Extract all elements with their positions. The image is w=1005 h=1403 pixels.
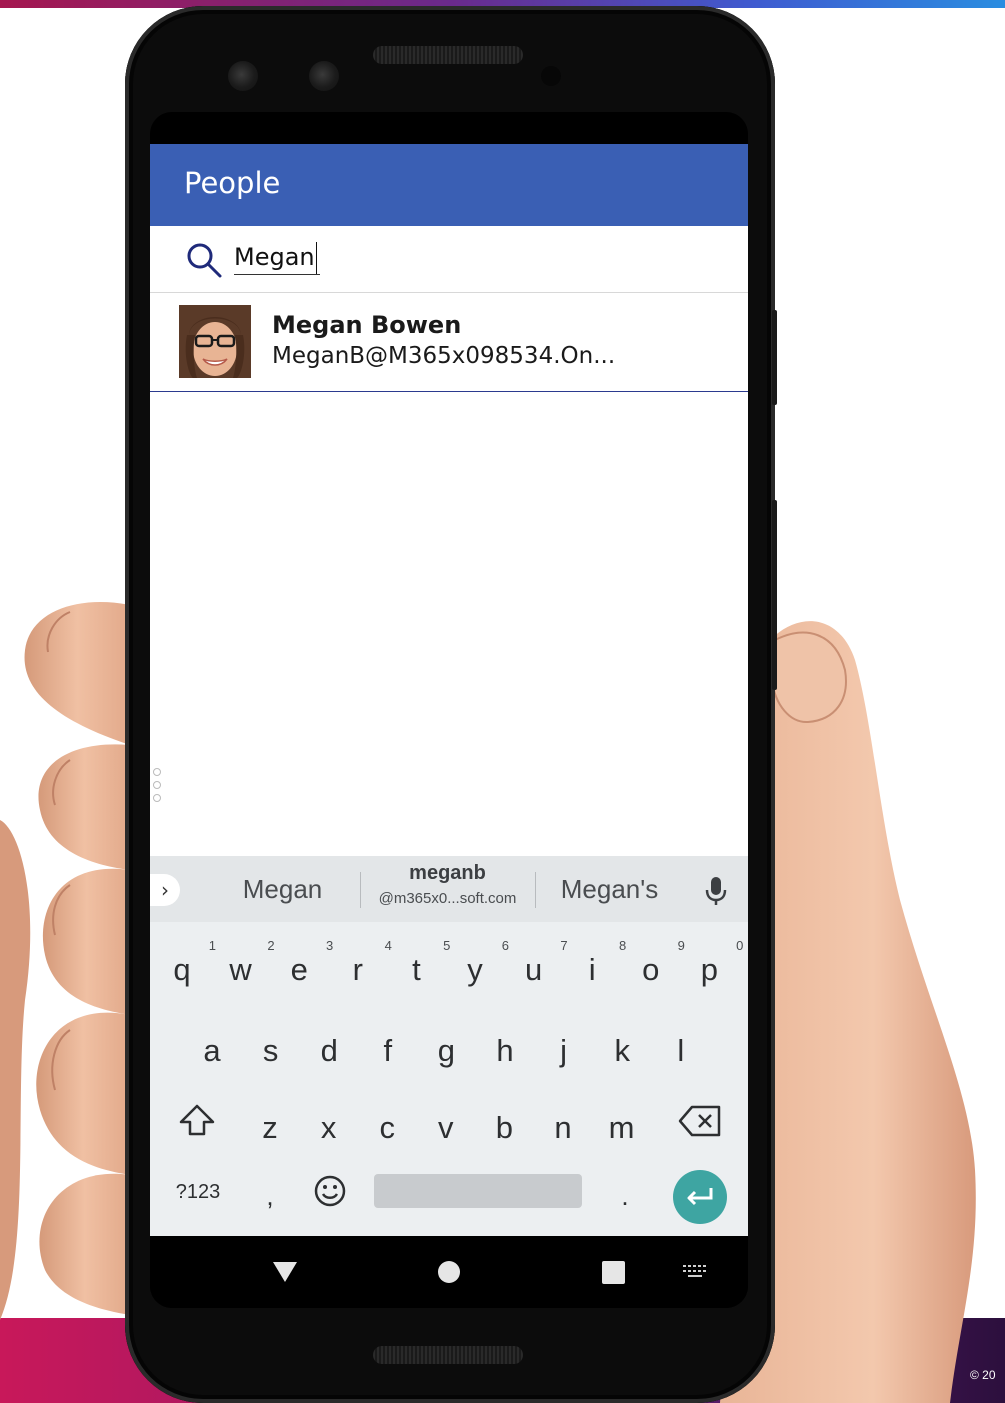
key-hint-8: 8 [618,938,627,953]
earpiece-speaker [373,46,523,64]
enter-icon [687,1188,713,1206]
key-s[interactable]: s [243,1021,299,1081]
avatar [179,305,251,378]
emoji-icon[interactable] [313,1174,347,1208]
expand-suggestions-button[interactable]: › [150,874,180,906]
key-hint-4: 4 [384,938,392,953]
volume-button[interactable] [772,500,777,690]
key-k[interactable]: k [594,1021,650,1081]
key-j[interactable]: j [536,1021,592,1081]
search-icon[interactable] [184,241,224,281]
suggestion-left[interactable]: Megan [210,856,355,922]
suggestion-divider [535,872,536,908]
suggestion-middle-subtitle: @m365x0...soft.com [378,890,517,907]
back-triangle-icon[interactable] [272,1260,298,1284]
page-title: People [184,166,281,200]
key-hint-0: 0 [736,938,744,953]
person-email: MeganB@M365x098534.On... [272,343,616,369]
proximity-sensor [541,66,561,86]
person-name: Megan Bowen [272,311,462,339]
key-m[interactable]: m [594,1098,650,1158]
app-header: People [150,144,748,226]
key-d[interactable]: d [301,1021,357,1081]
key-hint-1: 1 [208,938,216,953]
suggestion-bar: › Megan meganb @m365x0...soft.com Megan'… [150,856,748,922]
key-hint-9: 9 [677,938,685,953]
person-result-row[interactable]: Megan Bowen MeganB@M365x098534.On... [150,293,748,392]
key-hint-3: 3 [325,938,334,953]
key-hint-7: 7 [560,938,568,953]
key-n[interactable]: n [535,1098,591,1158]
spacebar-key[interactable] [374,1174,582,1208]
period-key[interactable]: . [605,1174,645,1218]
key-f[interactable]: f [360,1021,416,1081]
key-hint-6: 6 [501,938,509,953]
home-circle-icon[interactable] [437,1260,461,1284]
enter-key[interactable] [673,1170,727,1224]
key-x[interactable]: x [301,1098,357,1158]
search-bar [150,226,748,293]
search-input[interactable] [234,240,320,275]
suggestion-middle-title: meganb [409,862,486,884]
keyboard-switch-icon[interactable] [682,1264,708,1280]
key-hint-2: 2 [267,938,275,953]
backspace-icon[interactable] [678,1104,722,1138]
mic-icon[interactable] [703,876,729,906]
soft-keyboard: › Megan meganb @m365x0...soft.com Megan'… [150,856,748,1236]
front-camera-right-icon [309,61,339,91]
android-nav-bar [150,1236,748,1308]
key-l[interactable]: l [653,1021,709,1081]
bottom-speaker [373,1346,523,1364]
key-g[interactable]: g [418,1021,474,1081]
key-z[interactable]: z [242,1098,298,1158]
key-c[interactable]: c [359,1098,415,1158]
scroll-indicator [153,768,161,807]
suggestion-right[interactable]: Megan's [542,856,677,922]
phone-screen: People Megan Bowen [150,112,748,1308]
text-caret [316,242,317,274]
key-b[interactable]: b [476,1098,532,1158]
app-body: Megan Bowen MeganB@M365x098534.On... [150,226,748,856]
front-camera-left-icon [228,61,258,91]
key-v[interactable]: v [418,1098,474,1158]
key-a[interactable]: a [184,1021,240,1081]
key-h[interactable]: h [477,1021,533,1081]
comma-key[interactable]: , [250,1174,290,1218]
shift-icon[interactable] [177,1100,217,1140]
recents-square-icon[interactable] [602,1261,625,1284]
chevron-right-icon: › [161,878,169,902]
suggestion-middle[interactable]: meganb @m365x0...soft.com [360,856,535,922]
key-hint-5: 5 [443,938,451,953]
symbols-key[interactable]: ?123 [162,1174,234,1210]
power-button[interactable] [772,310,777,405]
